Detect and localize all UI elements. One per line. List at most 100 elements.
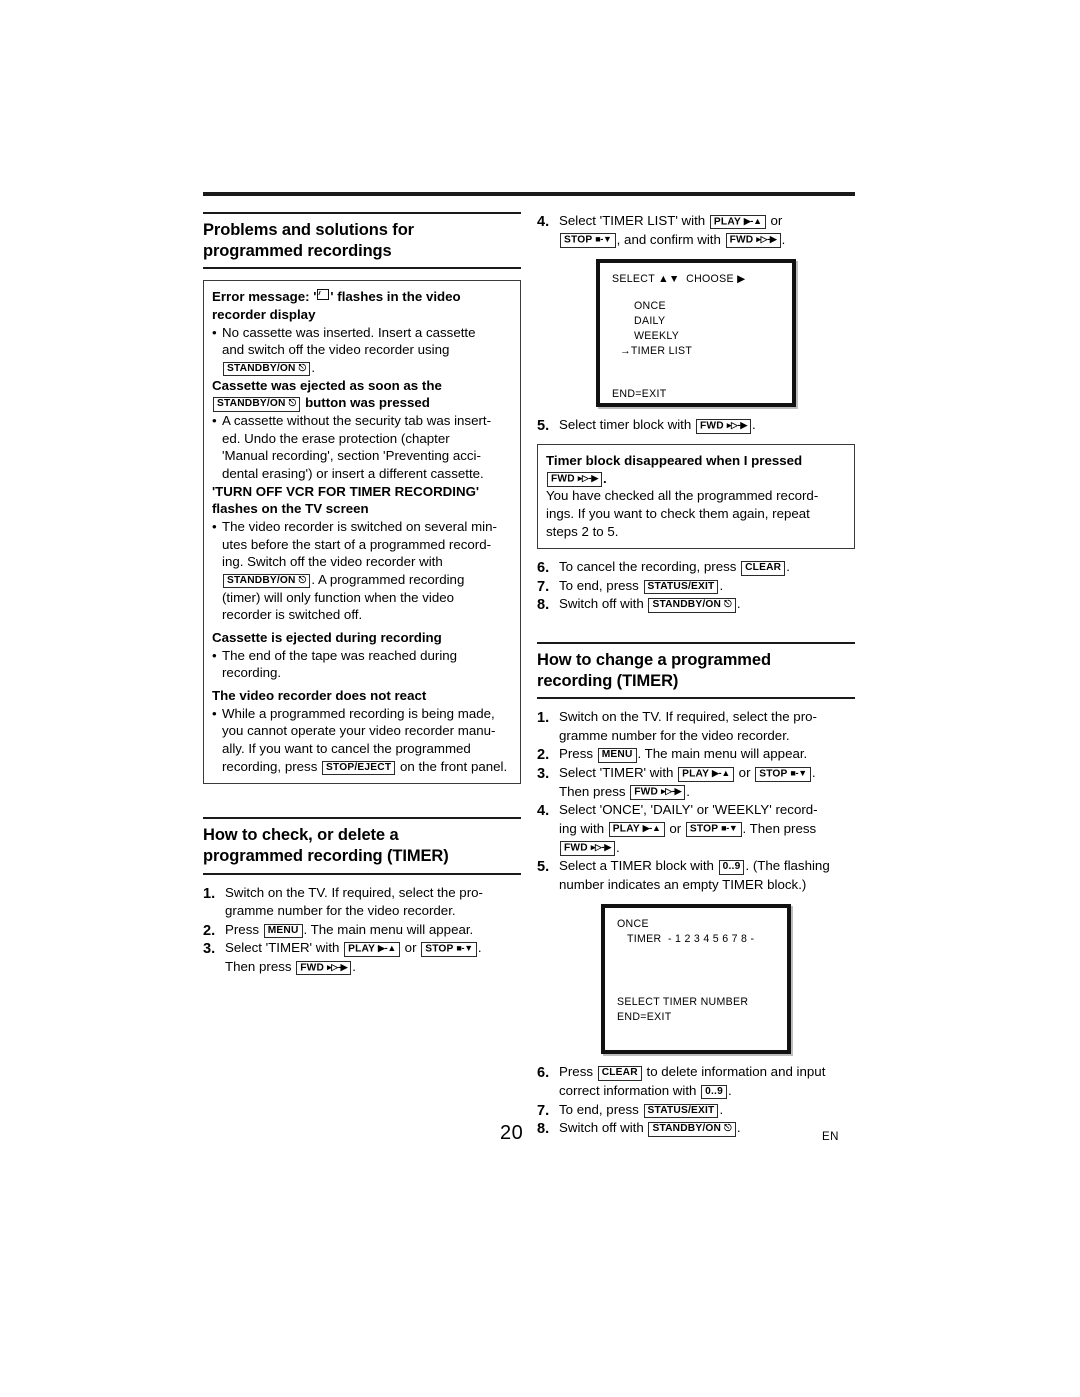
key-stop[interactable]: STOP ■-▼ <box>685 822 742 838</box>
note-line: steps 2 to 5. <box>546 523 619 539</box>
key-fwd[interactable]: FWD ▸▷-▶ <box>725 233 781 249</box>
fwd-right-icon: ▸▷-▶ <box>327 961 348 972</box>
note-entry-title-does-not-react: The video recorder does not react <box>212 688 427 703</box>
key-numeric-0-9[interactable]: 0..9 <box>701 1084 727 1100</box>
bullet-line-end: on the front panel. <box>399 758 508 774</box>
step-number: 8. <box>537 597 550 614</box>
key-play[interactable]: PLAY ▶-▲ <box>344 941 400 957</box>
power-icon: ⎋ <box>298 574 307 586</box>
step-number: 6. <box>537 1065 550 1082</box>
step-item: 6. Press CLEAR to delete information and… <box>537 1063 855 1100</box>
key-menu[interactable]: MENU <box>263 923 303 939</box>
osd-item-weekly[interactable]: WEEKLY <box>612 329 782 344</box>
title-suffix: button was pressed <box>305 395 430 411</box>
note-entry-title-ejected-during-recording: Cassette is ejected during recording <box>212 629 442 645</box>
key-menu[interactable]: MENU <box>597 748 637 763</box>
power-icon: ⎋ <box>288 398 297 410</box>
step-number: 2. <box>203 922 216 939</box>
step-post: . (The flashing <box>745 858 830 874</box>
key-stop[interactable]: STOP ■-▼ <box>755 766 811 782</box>
osd-item-daily[interactable]: DAILY <box>612 314 782 329</box>
step-text: Select 'TIMER' with PLAY ▶-▲ or STOP ■-▼… <box>222 939 521 976</box>
key-fwd[interactable]: FWD ▸▷-▶ <box>560 841 615 856</box>
step-text: Switch off with STANDBY/ON ⎋. <box>556 595 855 614</box>
heading-line-1: Problems and solutions for <box>203 221 415 239</box>
osd-item-once[interactable]: ONCE <box>612 299 782 314</box>
bullet-line: No cassette was inserted. Insert a casse… <box>222 324 476 340</box>
step-mid: or <box>669 820 682 836</box>
bullet-line: (timer) will only function when the vide… <box>222 589 455 605</box>
key-fwd[interactable]: FWD ▸▷-▶ <box>547 472 602 487</box>
key-play[interactable]: PLAY ▶-▲ <box>709 214 766 230</box>
step-line: gramme number for the video recorder. <box>225 903 456 919</box>
key-fwd[interactable]: FWD ▸▷-▶ <box>296 960 352 976</box>
step-item: 3. Select 'TIMER' with PLAY ▶-▲ or STOP … <box>203 939 521 976</box>
key-stop[interactable]: STOP ■-▼ <box>560 233 616 249</box>
step-text: Switch on the TV. If required, select th… <box>556 708 855 745</box>
step-item: 4. Select 'ONCE', 'DAILY' or 'WEEKLY' re… <box>537 801 855 857</box>
key-standby-on[interactable]: STANDBY/ON ⎋ <box>648 1122 736 1137</box>
step-item: 2. Press MENU. The main menu will appear… <box>537 745 855 764</box>
right-column: 4. Select 'TIMER LIST' with PLAY ▶-▲ or … <box>537 212 855 1138</box>
key-standby-on[interactable]: STANDBY/ON ⎋ <box>648 598 736 613</box>
change-recording-steps-end: 6. Press CLEAR to delete information and… <box>537 1063 855 1137</box>
heading-line-2: recording (TIMER) <box>537 672 679 691</box>
step-text: Press MENU. The main menu will appear. <box>556 745 855 764</box>
key-stop[interactable]: STOP ■-▼ <box>421 941 477 957</box>
step-pre: To end, press <box>559 1101 639 1117</box>
key-play[interactable]: PLAY ▶-▲ <box>678 766 734 782</box>
step-text: Select timer block with FWD ▸▷-▶. <box>556 416 855 435</box>
stop-down-icon: ■-▼ <box>790 767 807 778</box>
key-fwd[interactable]: FWD ▸▷-▶ <box>630 785 686 801</box>
osd-timer-numbers[interactable]: TIMER - 1 2 3 4 5 6 7 8 - <box>617 932 777 947</box>
fwd-right-icon: ▸▷-▶ <box>577 473 598 483</box>
key-fwd[interactable]: FWD ▸▷-▶ <box>695 418 751 434</box>
key-standby-on[interactable]: STANDBY/ON ⎋ <box>223 573 311 589</box>
note-bullet-no-cassette: No cassette was inserted. Insert a casse… <box>212 324 512 377</box>
key-clear[interactable]: CLEAR <box>597 1066 642 1081</box>
step-post: . <box>719 1101 724 1117</box>
note-entry-title-cassette-ejected-line2: STANDBY/ON ⎋ button was pressed <box>212 394 512 412</box>
key-standby-on[interactable]: STANDBY/ON ⎋ <box>223 361 311 377</box>
step-number: 6. <box>537 560 550 577</box>
key-stop-eject[interactable]: STOP/EJECT <box>322 760 396 776</box>
key-status-exit[interactable]: STATUS/EXIT <box>643 1103 719 1118</box>
key-play[interactable]: PLAY ▶-▲ <box>608 822 665 838</box>
step-post: . <box>736 1120 741 1136</box>
play-up-icon: ▶-▲ <box>642 823 661 834</box>
step-number: 3. <box>537 766 550 783</box>
osd-screen-2-wrapper: ONCE TIMER - 1 2 3 4 5 6 7 8 - SELECT TI… <box>537 904 855 1055</box>
step-text: To end, press STATUS/EXIT. <box>556 1101 855 1120</box>
step-number: 4. <box>537 803 550 820</box>
bullet-line: dental erasing') or insert a different c… <box>222 465 484 481</box>
step-line: gramme number for the video recorder. <box>559 727 790 743</box>
step-post: . <box>477 940 482 956</box>
bullet-line: ing. Switch off the video recorder with <box>222 554 443 570</box>
step-line2: number indicates an empty TIMER block.) <box>559 876 807 892</box>
page-number: 20 <box>500 1122 524 1144</box>
step-number: 1. <box>537 710 550 727</box>
section-heading-problems: Problems and solutions for programmed re… <box>203 212 521 270</box>
step-number: 2. <box>537 747 550 764</box>
step-item: 8. Switch off with STANDBY/ON ⎋. <box>537 1119 855 1138</box>
section-heading-check-delete: How to check, or delete a programmed rec… <box>203 817 521 875</box>
step-post: . The main menu will appear. <box>637 746 808 762</box>
timer-block-note-box: Timer block disappeared when I pressed F… <box>537 443 855 550</box>
key-numeric-0-9[interactable]: 0..9 <box>718 860 745 875</box>
note-entry-title-error-message-line2: recorder display <box>212 306 316 322</box>
bullet-line: The end of the tape was reached during <box>222 647 458 663</box>
note-line: You have checked all the programmed reco… <box>546 488 819 504</box>
step-post: . <box>719 577 724 593</box>
key-status-exit[interactable]: STATUS/EXIT <box>643 579 719 595</box>
osd-screen-timer-menu: SELECT ▲▼ CHOOSE ▶ ONCE DAILY WEEKLY →TI… <box>596 259 796 408</box>
step-item: 4. Select 'TIMER LIST' with PLAY ▶-▲ or … <box>537 212 855 249</box>
key-standby-on[interactable]: STANDBY/ON ⎋ <box>213 397 301 412</box>
osd-item-timer-list-selected[interactable]: →TIMER LIST <box>612 344 782 359</box>
key-clear[interactable]: CLEAR <box>741 561 786 576</box>
step-text: Select 'TIMER LIST' with PLAY ▶-▲ or STO… <box>556 212 855 249</box>
step-line3-post: . <box>616 839 620 855</box>
bullet-period: . <box>311 359 316 375</box>
heading-line-2: programmed recordings <box>203 242 392 261</box>
osd-footer-select-timer-number: SELECT TIMER NUMBER <box>617 996 749 1009</box>
